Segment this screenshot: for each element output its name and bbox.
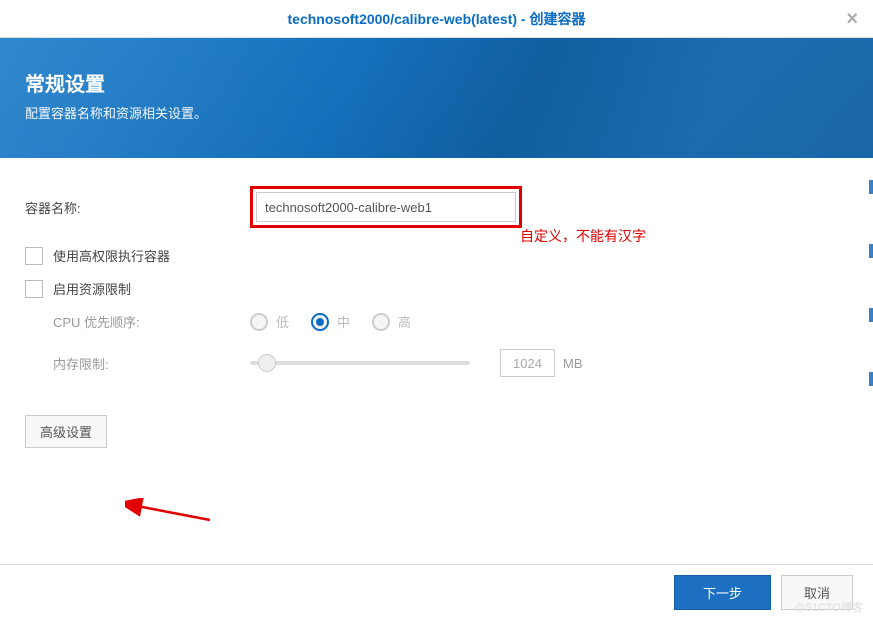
form-area: 容器名称: 自定义，不能有汉字 使用高权限执行容器 启用资源限制 CPU 优先顺… [0, 158, 873, 458]
cpu-label-mid: 中 [337, 312, 350, 331]
banner-title: 常规设置 [25, 68, 848, 97]
close-icon[interactable]: × [846, 8, 858, 31]
banner: 常规设置 配置容器名称和资源相关设置。 [0, 38, 873, 158]
cpu-radio-low[interactable] [250, 313, 268, 331]
footer: 下一步 取消 [0, 564, 873, 619]
arrow-annotation-icon [125, 498, 215, 528]
container-name-label: 容器名称: [25, 198, 250, 217]
titlebar-text: technosoft2000/calibre-web(latest) - 创建容… [288, 9, 586, 29]
watermark: @51CTO博客 [795, 599, 863, 615]
mem-value-input[interactable] [500, 349, 555, 377]
high-priv-checkbox[interactable] [25, 247, 43, 265]
cpu-label-low: 低 [276, 312, 289, 331]
titlebar: technosoft2000/calibre-web(latest) - 创建容… [0, 0, 873, 38]
mem-limit-label: 内存限制: [53, 354, 250, 373]
cpu-radio-mid[interactable] [311, 313, 329, 331]
resource-limit-label: 启用资源限制 [53, 279, 131, 298]
mem-slider-thumb[interactable] [258, 354, 276, 372]
annotation-text: 自定义，不能有汉字 [520, 226, 646, 246]
side-marks [869, 180, 873, 386]
mem-slider[interactable] [250, 361, 470, 365]
next-button[interactable]: 下一步 [674, 575, 771, 610]
container-name-input[interactable] [256, 192, 516, 222]
annotation-box [250, 186, 522, 228]
high-priv-label: 使用高权限执行容器 [53, 246, 170, 265]
resource-limit-checkbox[interactable] [25, 280, 43, 298]
cpu-priority-group: 低 中 高 [250, 312, 425, 331]
cpu-priority-label: CPU 优先顺序: [53, 312, 250, 331]
mem-unit-label: MB [563, 356, 583, 371]
cpu-radio-high[interactable] [372, 313, 390, 331]
banner-subtitle: 配置容器名称和资源相关设置。 [25, 103, 848, 122]
cpu-label-high: 高 [398, 312, 411, 331]
advanced-settings-button[interactable]: 高级设置 [25, 415, 107, 448]
